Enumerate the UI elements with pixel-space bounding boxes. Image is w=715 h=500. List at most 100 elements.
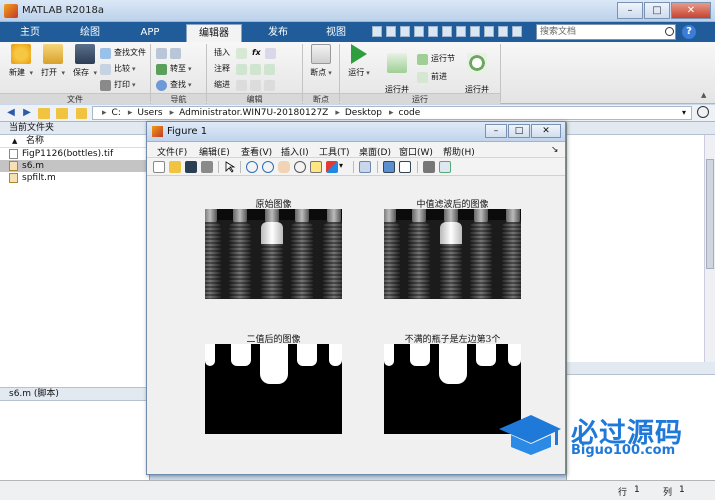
address-dropdown-icon[interactable]: ▾ xyxy=(682,108,686,117)
compare-button[interactable]: 比较 ▾ xyxy=(100,62,136,76)
run-button[interactable]: 运行 ▾ xyxy=(344,44,374,78)
close-button[interactable]: ✕ xyxy=(671,2,711,19)
bottle xyxy=(261,209,283,299)
edit-plot-icon[interactable] xyxy=(224,161,236,173)
quick-paste-icon[interactable] xyxy=(414,26,424,37)
figure-title-bar[interactable]: Figure 1 – □ ✕ xyxy=(147,122,565,142)
advance-button[interactable]: 前进 xyxy=(417,70,447,84)
quick-save-icon[interactable] xyxy=(372,26,382,37)
quick-layout-icon[interactable] xyxy=(484,26,494,37)
quick-undo-icon[interactable] xyxy=(428,26,438,37)
bottle-blob xyxy=(297,344,317,366)
open-file-icon[interactable] xyxy=(169,161,181,173)
back-arrow-icon[interactable]: ◀ xyxy=(4,107,18,120)
column-label: 列 xyxy=(663,488,673,498)
quick-access-toolbar-icon[interactable] xyxy=(498,26,508,37)
tab-apps[interactable]: APP xyxy=(128,24,172,42)
scrollbar-thumb[interactable] xyxy=(706,159,714,269)
save-figure-icon[interactable] xyxy=(185,161,197,173)
menu-file[interactable]: 文件(F) xyxy=(157,145,187,158)
details-bar[interactable]: s6.m (脚本) xyxy=(0,387,150,401)
name-column-header[interactable]: ▲ 名称 xyxy=(0,135,149,148)
scrollbar[interactable] xyxy=(704,135,715,362)
tab-plots[interactable]: 绘图 xyxy=(68,24,112,42)
quick-dropdown-icon[interactable] xyxy=(512,26,522,37)
indent-button[interactable]: 缩进 xyxy=(214,78,278,92)
breadcrumb-user[interactable]: Administrator.WIN7U-20180127Z xyxy=(179,107,328,119)
save-icon xyxy=(75,44,95,64)
minimize-button[interactable]: – xyxy=(617,2,643,19)
print-button[interactable]: 打印 ▾ xyxy=(100,78,136,92)
file-row[interactable]: spfilt.m xyxy=(0,172,149,184)
figure-maximize-button[interactable]: □ xyxy=(508,124,530,138)
insert-button[interactable]: 插入 fx xyxy=(214,46,279,60)
file-row[interactable]: FigP1126(bottles).tif xyxy=(0,148,149,160)
help-icon[interactable]: ? xyxy=(682,25,696,39)
tab-view[interactable]: 视图 xyxy=(314,24,358,42)
comment-button[interactable]: 注释 xyxy=(214,62,278,76)
quick-cut-icon[interactable] xyxy=(386,26,396,37)
advance-icon xyxy=(417,71,428,83)
quick-switch-window-icon[interactable] xyxy=(456,26,466,37)
quick-copy-icon[interactable] xyxy=(400,26,410,37)
breadcrumb-arrow-icon: ▸ xyxy=(102,108,107,118)
zoom-in-icon[interactable] xyxy=(246,161,258,173)
new-figure-icon[interactable] xyxy=(153,161,165,173)
breadcrumb-users[interactable]: Users xyxy=(137,107,162,119)
nav-back-forward[interactable] xyxy=(156,46,184,60)
open-button[interactable]: 打开 ▾ xyxy=(38,44,68,78)
insert-colorbar-icon[interactable] xyxy=(383,161,395,173)
fx-icon[interactable]: fx xyxy=(252,46,261,60)
find-files-button[interactable]: 查找文件 xyxy=(100,46,146,60)
data-cursor-icon[interactable] xyxy=(310,161,322,173)
search-documentation-input[interactable]: 搜索文档 xyxy=(536,24,676,40)
breakpoints-button[interactable]: 断点 ▾ xyxy=(306,44,336,78)
up-folder-icon[interactable] xyxy=(38,108,50,119)
run-section-button[interactable]: 运行节 xyxy=(417,52,455,66)
quick-redo-icon[interactable] xyxy=(442,26,452,37)
dock-figure-icon[interactable]: ↘ xyxy=(551,145,559,155)
browse-folder-icon[interactable] xyxy=(56,108,68,119)
menu-window[interactable]: 窗口(W) xyxy=(399,145,433,158)
file-row[interactable]: s6.m xyxy=(0,160,149,172)
bottle-blob xyxy=(410,344,430,366)
find-button[interactable]: 查找 ▾ xyxy=(156,78,192,92)
link-plot-icon[interactable] xyxy=(359,161,371,173)
menu-tools[interactable]: 工具(T) xyxy=(319,145,350,158)
insert-legend-icon[interactable] xyxy=(399,161,411,173)
forward-arrow-icon[interactable]: ▶ xyxy=(20,107,34,120)
maximize-button[interactable]: □ xyxy=(644,2,670,19)
new-button[interactable]: 新建 ▾ xyxy=(6,44,36,78)
show-plot-tools-icon[interactable] xyxy=(439,161,451,173)
breadcrumb-desktop[interactable]: Desktop xyxy=(345,107,382,119)
figure-close-button[interactable]: ✕ xyxy=(531,124,561,138)
address-search-icon[interactable] xyxy=(697,106,709,118)
goto-button[interactable]: 转至 ▾ xyxy=(156,62,192,76)
pan-hand-icon[interactable] xyxy=(278,161,290,173)
save-button[interactable]: 保存 ▾ xyxy=(70,44,100,78)
menu-insert[interactable]: 插入(I) xyxy=(281,145,309,158)
breakpoints-group-label: 断点 xyxy=(303,93,339,104)
bottle-blob xyxy=(384,344,394,366)
menu-view[interactable]: 查看(V) xyxy=(241,145,272,158)
brush-icon[interactable] xyxy=(326,161,338,173)
quick-help-icon[interactable] xyxy=(470,26,480,37)
breadcrumb-code[interactable]: code xyxy=(399,107,421,119)
print-figure-icon[interactable] xyxy=(201,161,213,173)
bottle xyxy=(323,209,342,299)
zoom-out-icon[interactable] xyxy=(262,161,274,173)
tab-editor[interactable]: 编辑器 xyxy=(186,24,242,42)
figure-minimize-button[interactable]: – xyxy=(485,124,507,138)
breadcrumb[interactable]: ▸ C: ▸ Users ▸ Administrator.WIN7U-20180… xyxy=(92,106,692,120)
menu-desktop[interactable]: 桌面(D) xyxy=(359,145,391,158)
tab-home[interactable]: 主页 xyxy=(8,24,52,42)
hide-plot-tools-icon[interactable] xyxy=(423,161,435,173)
menu-edit[interactable]: 编辑(E) xyxy=(199,145,230,158)
tab-publish[interactable]: 发布 xyxy=(256,24,300,42)
search-icon[interactable] xyxy=(665,27,674,36)
rotate-3d-icon[interactable] xyxy=(294,161,306,173)
collapse-ribbon-icon[interactable]: ▲ xyxy=(701,91,706,99)
menu-help[interactable]: 帮助(H) xyxy=(443,145,475,158)
brush-dropdown-icon[interactable]: ▾ xyxy=(339,161,351,173)
breadcrumb-drive[interactable]: C: xyxy=(112,107,121,119)
